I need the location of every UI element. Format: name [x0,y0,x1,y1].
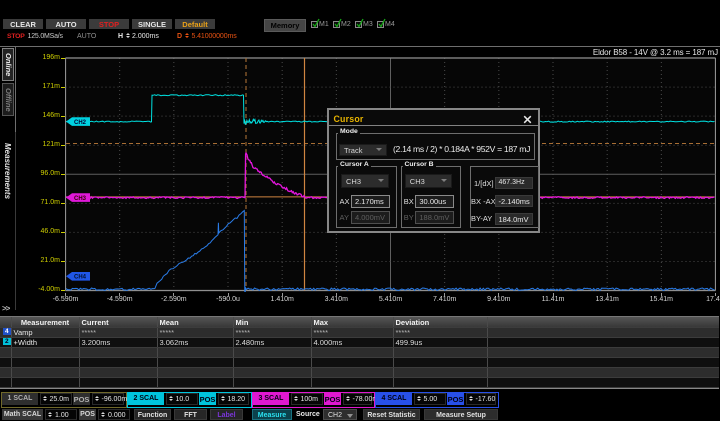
svg-text:CH4: CH4 [74,275,87,281]
svg-text:CH2: CH2 [74,120,87,126]
svg-text:CH3: CH3 [74,196,87,202]
